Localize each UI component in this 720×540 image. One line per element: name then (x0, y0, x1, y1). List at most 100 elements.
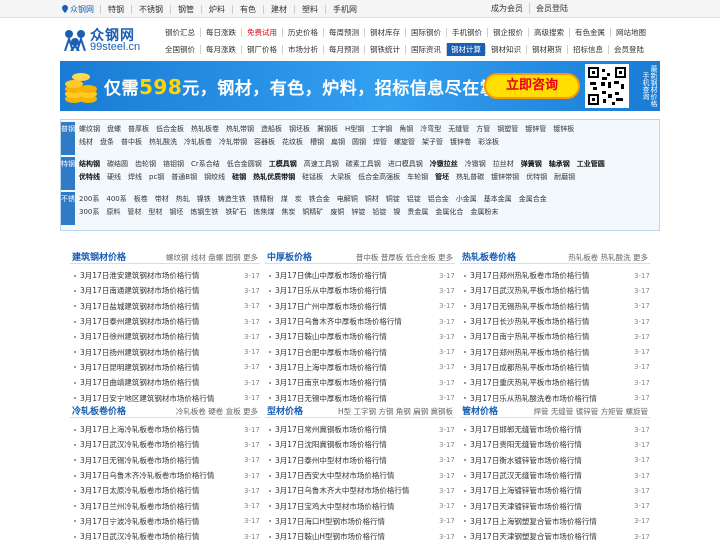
list-item[interactable]: 3月17日上海钢塑复合管市场价格行情 3-17 (460, 514, 650, 529)
list-item-title[interactable]: 3月17日贵阳无缝管市场价格行情 (470, 439, 631, 450)
list-item-title[interactable]: 3月17日郑州热轧平板市场价格行情 (470, 347, 631, 358)
list-item-title[interactable]: 3月17日盐城建筑钢材市场价格行情 (80, 301, 241, 312)
category-link[interactable]: 线材 (79, 137, 93, 147)
category-link[interactable]: 低合金板 (156, 124, 184, 134)
list-item[interactable]: 3月17日鞍山H型钢市场价格行情 3-17 (265, 529, 455, 540)
list-item-title[interactable]: 3月17日长沙热轧平板市场价格行情 (470, 316, 631, 327)
list-item-title[interactable]: 3月17日天津镀锌管市场价格行情 (470, 501, 631, 512)
category-link[interactable]: 金属化合 (435, 207, 463, 217)
list-item-title[interactable]: 3月17日南宁热轧平板市场价格行情 (470, 331, 631, 342)
list-item[interactable]: 3月17日佛山中厚板市场价格行情 3-17 (265, 268, 455, 283)
list-item-title[interactable]: 3月17日兰州冷轧板卷市场价格行情 (80, 501, 241, 512)
panel-title[interactable]: 型材价格 (267, 404, 303, 417)
category-link[interactable]: 螺纹钢 (79, 124, 100, 134)
category-link[interactable]: 角钢 (399, 124, 413, 134)
login-link[interactable]: 会员登陆 (529, 3, 574, 14)
category-link[interactable]: 拉丝材 (493, 159, 514, 169)
category-link[interactable]: 冷镦钢 (465, 159, 486, 169)
category-link[interactable]: 铅锭 (372, 207, 386, 217)
list-item[interactable]: 3月17日南通建筑钢材市场价格行情 3-17 (70, 283, 260, 298)
category-link[interactable]: 碳素工具钢 (346, 159, 381, 169)
category-link[interactable]: 热轧板卷 (191, 124, 219, 134)
category-link[interactable]: 冷轧板卷 (184, 137, 212, 147)
category-link[interactable]: Cr系合结 (191, 159, 220, 169)
category-link[interactable]: 盘条 (100, 137, 114, 147)
top-link-stainless[interactable]: 不锈钢 (131, 4, 170, 14)
list-item[interactable]: 3月17日成都热轧平板市场价格行情 3-17 (460, 360, 650, 375)
nav-item[interactable]: 钢厂价格 (241, 45, 282, 54)
promo-banner[interactable]: 仅需598元，钢材，有色，炉料，招标信息尽在掌握！ 立即咨询 最新钢材价格 手机… (60, 61, 660, 111)
top-link-building[interactable]: 建材 (263, 4, 294, 14)
top-link-nonferrous[interactable]: 有色 (232, 4, 263, 14)
category-link[interactable]: 螺旋管 (394, 137, 415, 147)
list-item-title[interactable]: 3月17日南京中厚板市场价格行情 (275, 377, 436, 388)
list-item-title[interactable]: 3月17日淮安建筑钢材市场价格行情 (80, 270, 241, 281)
list-item[interactable]: 3月17日武汉无缝管市场价格行情 3-17 (460, 468, 650, 483)
category-link[interactable]: 200系 (79, 194, 99, 204)
category-link[interactable]: 钢坯 (169, 207, 183, 217)
list-item[interactable]: 3月17日郑州热轧板卷市场价格行情 3-17 (460, 268, 650, 283)
list-item[interactable]: 3月17日贵阳无缝管市场价格行情 3-17 (460, 437, 650, 452)
list-item-title[interactable]: 3月17日武汉冷轧板卷市场价格行情 (80, 439, 241, 450)
category-link[interactable]: 镀锌带钢 (491, 172, 519, 182)
category-link[interactable]: 铝合金 (428, 194, 449, 204)
top-link-furnace[interactable]: 炉料 (201, 4, 232, 14)
list-item[interactable]: 3月17日无锡冷轧板卷市场价格行情 3-17 (70, 453, 260, 468)
list-item[interactable]: 3月17日乌鲁木齐大中型材市场价格行情 3-17 (265, 483, 455, 498)
list-item[interactable]: 3月17日曲靖建筑钢材市场价格行情 3-17 (70, 375, 260, 390)
category-link[interactable]: 硬线 (107, 172, 121, 182)
nav-item[interactable]: 钢材知识 (485, 45, 526, 54)
category-link[interactable]: 炭 (295, 194, 302, 204)
list-item[interactable]: 3月17日长沙热轧平板市场价格行情 3-17 (460, 314, 650, 329)
category-link[interactable]: 耐磨钢 (554, 172, 575, 182)
list-item[interactable]: 3月17日宝鸡大中型材市场价格行情 3-17 (265, 498, 455, 513)
list-item-title[interactable]: 3月17日上海中厚板市场价格行情 (275, 362, 436, 373)
category-link[interactable]: 炼钢生铁 (190, 207, 218, 217)
nav-item[interactable]: 有色金属 (569, 28, 610, 37)
category-link[interactable]: 管材 (127, 207, 141, 217)
category-link[interactable]: 盘螺 (107, 124, 121, 134)
category-link[interactable]: H型钢 (345, 124, 364, 134)
category-link[interactable]: 管坯 (435, 172, 449, 182)
category-link[interactable]: 镍铁 (197, 194, 211, 204)
category-link[interactable]: 锌锭 (351, 207, 365, 217)
panel-title[interactable]: 热轧板卷价格 (462, 250, 516, 263)
panel-tags[interactable]: 螺纹钢 线材 盘螺 圆钢 更多 (166, 252, 258, 263)
list-item[interactable]: 3月17日上海中厚板市场价格行情 3-17 (265, 360, 455, 375)
list-item-title[interactable]: 3月17日广州中厚板市场价格行情 (275, 301, 436, 312)
list-item-title[interactable]: 3月17日宝鸡大中型材市场价格行情 (275, 501, 436, 512)
category-link[interactable]: 普中板 (121, 137, 142, 147)
top-link-plastic[interactable]: 塑料 (294, 4, 325, 14)
nav-item[interactable]: 钢材库存 (364, 28, 405, 37)
list-item-title[interactable]: 3月17日昆明建筑钢材市场价格行情 (80, 362, 241, 373)
category-link[interactable]: 钢坯板 (289, 124, 310, 134)
category-link[interactable]: 弹簧钢 (521, 159, 542, 169)
list-item-title[interactable]: 3月17日泰州建筑钢材市场价格行情 (80, 316, 241, 327)
panel-title[interactable]: 管材价格 (462, 404, 498, 417)
list-item-title[interactable]: 3月17日天津钢塑复合管市场价格行情 (470, 531, 631, 540)
category-link[interactable]: 大梁板 (330, 172, 351, 182)
category-link[interactable]: 焊线 (128, 172, 142, 182)
category-link[interactable]: 方管 (476, 124, 490, 134)
list-item[interactable]: 3月17日淮安建筑钢材市场价格行情 3-17 (70, 268, 260, 283)
list-item[interactable]: 3月17日泰州建筑钢材市场价格行情 3-17 (70, 314, 260, 329)
list-item-title[interactable]: 3月17日郑州热轧板卷市场价格行情 (470, 270, 631, 281)
list-item[interactable]: 3月17日重庆热轧平板市场价格行情 3-17 (460, 375, 650, 390)
list-item[interactable]: 3月17日海口H型钢市场价格行情 3-17 (265, 514, 455, 529)
list-item[interactable]: 3月17日乌鲁木齐中厚板市场价格行情 3-17 (265, 314, 455, 329)
category-link[interactable]: 热轧优质带钢 (253, 172, 295, 182)
nav-item[interactable]: 国际资讯 (405, 45, 446, 54)
list-item-title[interactable]: 3月17日成都热轧平板市场价格行情 (470, 362, 631, 373)
category-link[interactable]: 槽钢 (310, 137, 324, 147)
list-item-title[interactable]: 3月17日太原冷轧板卷市场价格行情 (80, 485, 241, 496)
category-link[interactable]: 铜材 (365, 194, 379, 204)
top-link-special-steel[interactable]: 特钢 (100, 4, 131, 14)
category-link[interactable]: 金属粉末 (470, 207, 498, 217)
category-link[interactable]: 车轮钢 (407, 172, 428, 182)
list-item-title[interactable]: 3月17日乌鲁木齐中厚板市场价格行情 (275, 316, 436, 327)
panel-title[interactable]: 建筑钢材价格 (72, 250, 126, 263)
category-link[interactable]: 钢塑管 (497, 124, 518, 134)
panel-tags[interactable]: 焊管 无缝管 镀锌管 方矩管 螺旋管 (533, 406, 648, 417)
list-item[interactable]: 3月17日上海冷轧板卷市场价格行情 3-17 (70, 422, 260, 437)
category-link[interactable]: 铬钼钢 (163, 159, 184, 169)
